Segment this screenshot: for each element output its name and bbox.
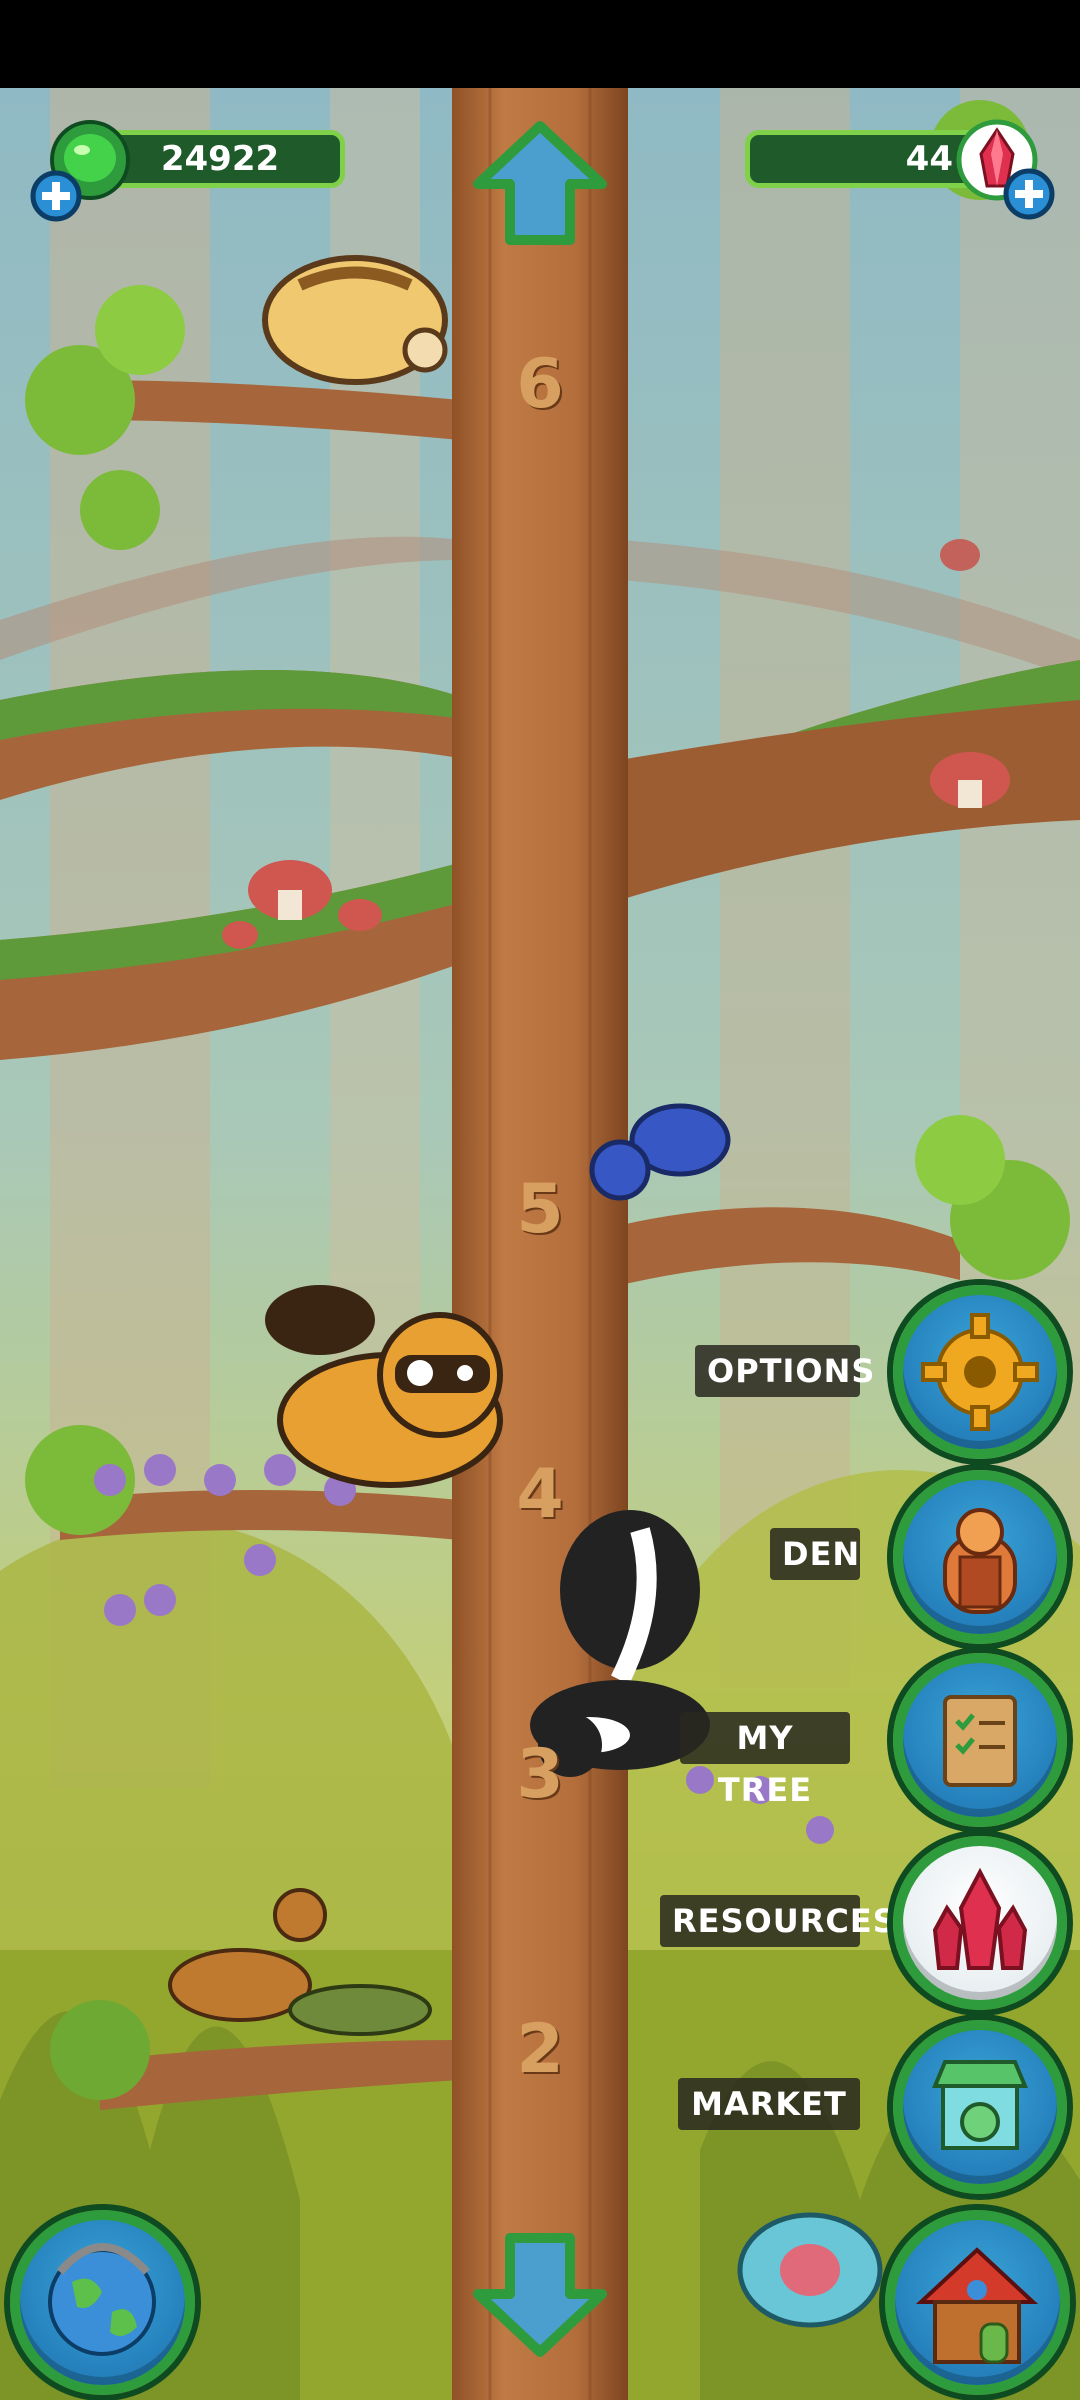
add-crystals-button[interactable] (1003, 168, 1055, 220)
gems-count: 24922 (160, 139, 280, 179)
add-gems-button[interactable] (30, 170, 82, 222)
scroll-down-button[interactable] (470, 2230, 610, 2360)
chipmunk-creature (262, 255, 448, 385)
market-button[interactable] (893, 2020, 1067, 2194)
gear-icon (921, 1313, 1039, 1431)
level-marker-3: 3 (516, 1735, 564, 1814)
crystals-counter: 44 (745, 130, 980, 188)
frog-creature (737, 2212, 883, 2328)
market-label[interactable]: MARKET (678, 2078, 860, 2130)
checklist-board-icon (943, 1695, 1017, 1787)
level-marker-6: 6 (516, 345, 564, 424)
options-button[interactable] (893, 1285, 1067, 1459)
my-tree-button[interactable] (893, 1653, 1067, 1827)
crystals-count: 44 (905, 139, 953, 179)
level-marker-2: 2 (516, 2010, 564, 2089)
den-label[interactable]: DEN (770, 1528, 860, 1580)
scroll-up-button[interactable] (470, 118, 610, 248)
resources-button[interactable] (893, 1836, 1067, 2010)
status-bar (0, 0, 1080, 88)
home-treehouse-button[interactable] (885, 2210, 1070, 2395)
crystal-cluster-icon (932, 1867, 1028, 1970)
globe-icon (48, 2243, 156, 2356)
options-label[interactable]: OPTIONS (695, 1345, 874, 1397)
treehouse-icon (915, 2247, 1039, 2364)
my-tree-label[interactable]: MY TREE (680, 1712, 850, 1809)
den-door-icon (943, 1508, 1017, 1614)
level-marker-5: 5 (516, 1170, 564, 1249)
game-screen: 24922 44 6 5 4 3 2 OPTIONS DEN MY TREE R… (0, 0, 1080, 2400)
market-stall-icon (932, 2060, 1028, 2150)
den-button[interactable] (893, 1470, 1067, 1644)
world-map-button[interactable] (10, 2210, 195, 2395)
gems-counter: 24922 (95, 130, 345, 188)
resources-label[interactable]: RESOURCES (660, 1895, 896, 1947)
level-marker-4: 4 (516, 1455, 564, 1534)
